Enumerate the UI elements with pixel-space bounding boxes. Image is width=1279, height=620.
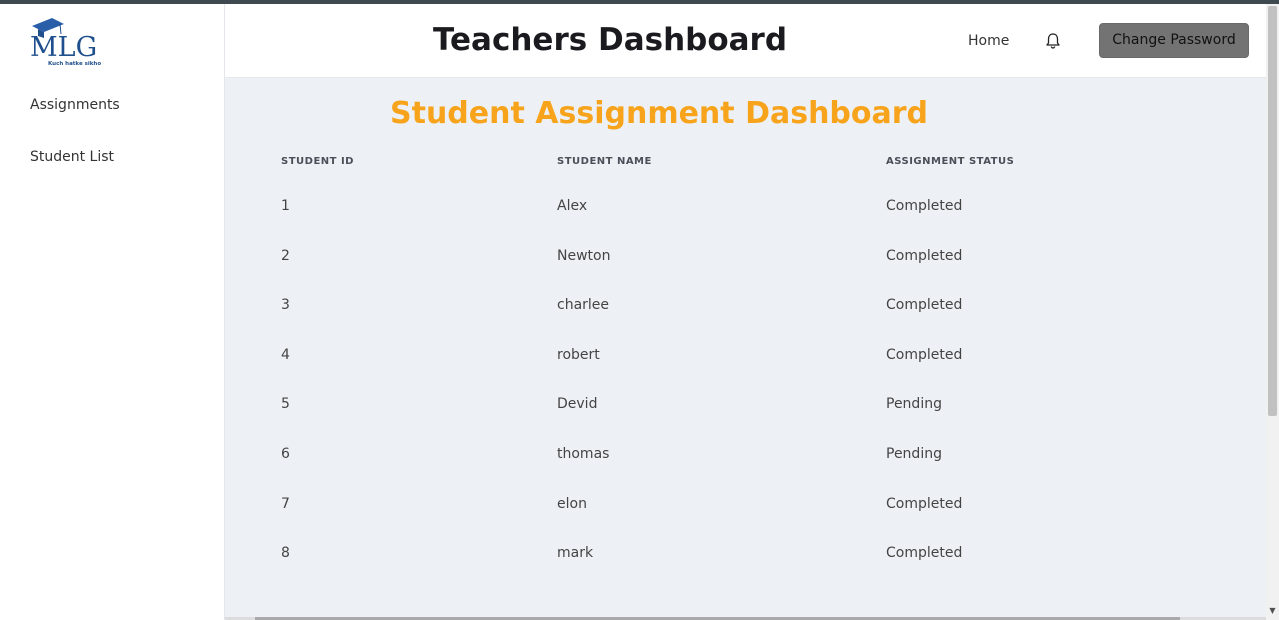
student-name-cell: Devid [557, 396, 598, 412]
vertical-scroll-thumb[interactable] [1268, 6, 1277, 416]
change-password-button[interactable]: Change Password [1099, 23, 1249, 58]
assignment-status-cell: Completed [886, 545, 963, 561]
student-id-cell: 7 [281, 496, 290, 512]
student-id-cell: 1 [281, 198, 290, 214]
main-content: Student Assignment Dashboard STUDENT ID … [225, 78, 1266, 618]
assignment-status-cell: Pending [886, 446, 942, 462]
mlg-logo-graphic: MLG Kuch hatke sikho [30, 18, 101, 67]
assignment-status-cell: Completed [886, 198, 963, 214]
student-id-cell: 3 [281, 297, 290, 313]
student-name-cell: charlee [557, 297, 610, 313]
student-name-cell: elon [557, 496, 587, 512]
sidebar-item-student-list[interactable]: Student List [30, 149, 114, 165]
column-header-student-name: STUDENT NAME [557, 156, 652, 167]
student-id-cell: 2 [281, 248, 290, 264]
student-name-cell: thomas [557, 446, 610, 462]
assignment-status-cell: Pending [886, 396, 942, 412]
vertical-scrollbar[interactable]: ▼ [1266, 4, 1279, 620]
scroll-down-arrow-icon[interactable]: ▼ [1267, 606, 1278, 616]
student-name-cell: robert [557, 347, 600, 363]
logo-tagline: Kuch hatke sikho [48, 61, 101, 67]
logo-text: MLG [30, 32, 97, 63]
column-header-student-id: STUDENT ID [281, 156, 354, 167]
assignment-status-cell: Completed [886, 248, 963, 264]
student-id-cell: 5 [281, 396, 290, 412]
student-id-cell: 8 [281, 545, 290, 561]
student-name-cell: Alex [557, 198, 588, 214]
sidebar: MLG Kuch hatke sikho Assignments Student… [0, 4, 225, 620]
student-id-cell: 4 [281, 347, 290, 363]
top-header: Teachers Dashboard Home Change Password [225, 4, 1266, 78]
bell-icon[interactable] [1044, 32, 1062, 50]
mlg-logo[interactable]: MLG Kuch hatke sikho [30, 16, 120, 74]
student-name-cell: mark [557, 545, 594, 561]
assignment-status-cell: Completed [886, 347, 963, 363]
sidebar-item-assignments[interactable]: Assignments [30, 97, 120, 113]
student-id-cell: 6 [281, 446, 290, 462]
dashboard-title: Student Assignment Dashboard [390, 96, 929, 131]
student-name-cell: Newton [557, 248, 611, 264]
column-header-assignment-status: ASSIGNMENT STATUS [886, 156, 1015, 167]
assignment-status-cell: Completed [886, 297, 963, 313]
page-title: Teachers Dashboard [433, 22, 788, 58]
assignment-status-cell: Completed [886, 496, 963, 512]
home-link[interactable]: Home [968, 33, 1009, 49]
